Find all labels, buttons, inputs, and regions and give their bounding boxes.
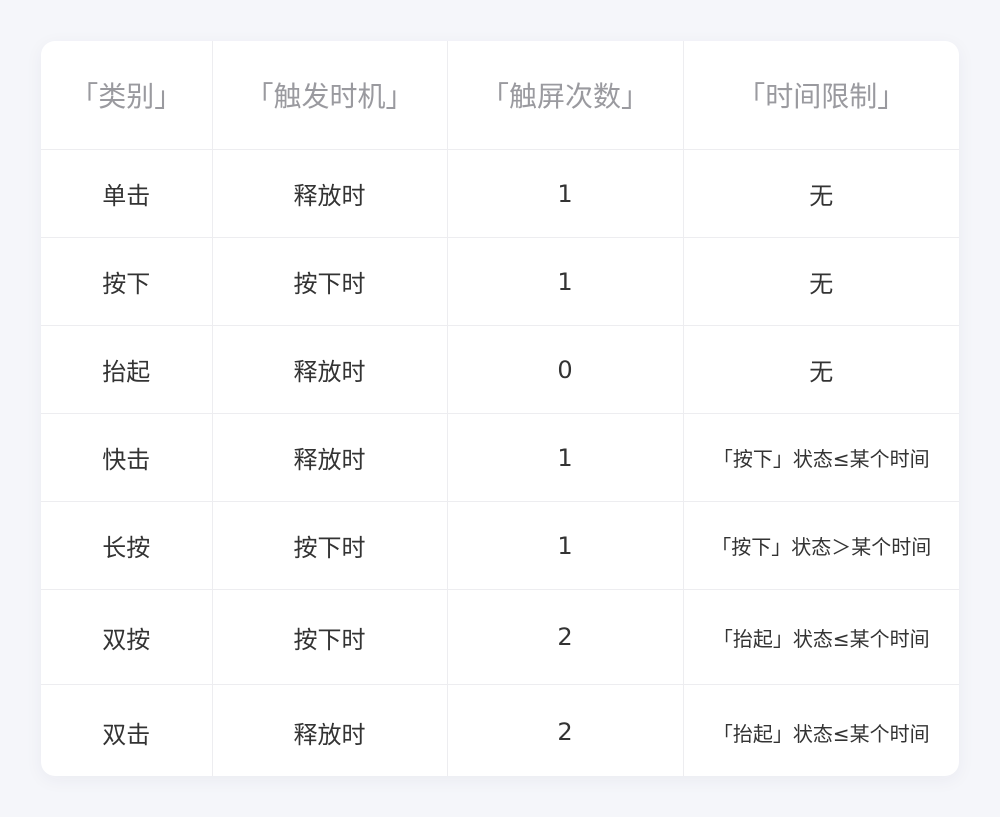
cell-trigger-timing: 按下时 — [212, 237, 448, 326]
table-row: 按下 按下时 1 无 — [41, 237, 959, 326]
table-row: 抬起 释放时 0 无 — [41, 325, 959, 414]
cell-category: 双击 — [41, 684, 213, 776]
cell-trigger-timing: 释放时 — [212, 413, 448, 502]
cell-trigger-timing: 按下时 — [212, 501, 448, 590]
cell-time-limit: 「按下」状态＞某个时间 — [683, 501, 959, 590]
table-row: 快击 释放时 1 「按下」状态≤某个时间 — [41, 413, 959, 502]
cell-touch-count: 1 — [447, 149, 684, 238]
cell-time-limit: 「抬起」状态≤某个时间 — [683, 589, 959, 685]
cell-touch-count: 2 — [447, 589, 684, 685]
table-row: 长按 按下时 1 「按下」状态＞某个时间 — [41, 501, 959, 590]
cell-trigger-timing: 释放时 — [212, 149, 448, 238]
cell-touch-count: 2 — [447, 684, 684, 776]
cell-trigger-timing: 释放时 — [212, 684, 448, 776]
cell-touch-count: 1 — [447, 501, 684, 590]
gesture-table-card: 「类别」 「触发时机」 「触屏次数」 「时间限制」 单击 释放时 1 无 按下 … — [41, 41, 959, 776]
cell-touch-count: 1 — [447, 237, 684, 326]
cell-time-limit: 无 — [683, 149, 959, 238]
cell-time-limit: 无 — [683, 325, 959, 414]
header-time-limit: 「时间限制」 — [683, 41, 959, 150]
table-row: 单击 释放时 1 无 — [41, 149, 959, 238]
table-row: 双击 释放时 2 「抬起」状态≤某个时间 — [41, 684, 959, 776]
cell-time-limit: 「按下」状态≤某个时间 — [683, 413, 959, 502]
header-category: 「类别」 — [41, 41, 213, 150]
cell-time-limit: 无 — [683, 237, 959, 326]
cell-category: 长按 — [41, 501, 213, 590]
cell-category: 按下 — [41, 237, 213, 326]
gesture-table: 「类别」 「触发时机」 「触屏次数」 「时间限制」 单击 释放时 1 无 按下 … — [41, 41, 959, 776]
cell-touch-count: 1 — [447, 413, 684, 502]
table-header-row: 「类别」 「触发时机」 「触屏次数」 「时间限制」 — [41, 41, 959, 150]
cell-category: 单击 — [41, 149, 213, 238]
table-row: 双按 按下时 2 「抬起」状态≤某个时间 — [41, 589, 959, 685]
cell-category: 双按 — [41, 589, 213, 685]
cell-category: 抬起 — [41, 325, 213, 414]
cell-trigger-timing: 按下时 — [212, 589, 448, 685]
cell-time-limit: 「抬起」状态≤某个时间 — [712, 721, 930, 746]
cell-touch-count: 0 — [447, 325, 684, 414]
cell-trigger-timing: 释放时 — [212, 325, 448, 414]
cell-category: 快击 — [41, 413, 213, 502]
header-touch-count: 「触屏次数」 — [447, 41, 684, 150]
header-trigger-timing: 「触发时机」 — [212, 41, 448, 150]
